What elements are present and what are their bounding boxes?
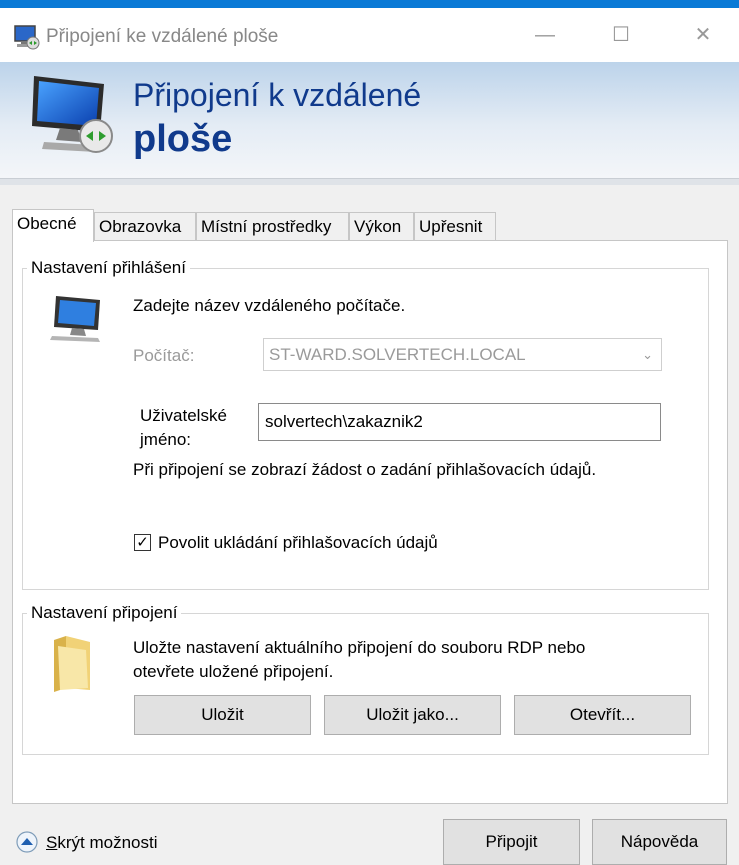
tab-experience[interactable]: Výkon xyxy=(349,212,414,240)
open-button[interactable]: Otevřít... xyxy=(514,695,691,735)
login-settings-legend: Nastavení přihlášení xyxy=(27,258,190,278)
banner-title-line1: Připojení k vzdálené xyxy=(133,77,422,113)
credentials-note: Při připojení se zobrazí žádost o zadání… xyxy=(133,460,597,479)
window-title: Připojení ke vzdálené ploše xyxy=(46,26,279,47)
checkmark-icon: ✓ xyxy=(136,534,149,551)
computer-dropdown[interactable]: ST-WARD.SOLVERTECH.LOCAL ⌄ xyxy=(263,338,662,371)
save-credentials-checkbox[interactable]: ✓ xyxy=(134,534,151,551)
chevron-down-icon: ⌄ xyxy=(642,347,653,362)
save-credentials-label[interactable]: Povolit ukládání přihlašovacích údajů xyxy=(158,533,438,553)
username-label-line2: jméno: xyxy=(140,430,192,449)
tab-advanced[interactable]: Upřesnit xyxy=(414,212,496,240)
close-button[interactable]: ✕ xyxy=(680,16,726,54)
save-button[interactable]: Uložit xyxy=(134,695,311,735)
connect-button[interactable]: Připojit xyxy=(443,819,580,865)
banner-divider xyxy=(0,178,739,185)
username-input[interactable] xyxy=(258,403,661,441)
remote-desktop-computer-icon xyxy=(32,76,113,153)
tab-display[interactable]: Obrazovka xyxy=(94,212,196,240)
computer-icon xyxy=(50,296,100,342)
computer-instruction: Zadejte název vzdáleného počítače. xyxy=(133,296,406,315)
help-button[interactable]: Nápověda xyxy=(592,819,727,865)
maximize-button[interactable]: ☐ xyxy=(598,16,644,54)
tab-local-resources[interactable]: Místní prostředky xyxy=(196,212,349,240)
connection-description-line1: Uložte nastavení aktuálního připojení do… xyxy=(133,638,586,657)
window-top-border xyxy=(0,0,739,8)
connection-settings-legend: Nastavení připojení xyxy=(27,603,182,623)
username-label-line1: Uživatelské xyxy=(140,406,227,425)
hide-options-link[interactable]: Skrýt možnosti xyxy=(46,833,157,853)
banner-title-line2: ploše xyxy=(133,118,233,160)
connection-description-line2: otevřete uložené připojení. xyxy=(133,662,334,681)
tab-general[interactable]: Obecné xyxy=(12,209,94,242)
computer-label: Počítač: xyxy=(133,346,195,365)
hide-options-text: krýt možnosti xyxy=(57,833,158,852)
minimize-button[interactable]: — xyxy=(522,16,568,54)
remote-desktop-app-icon xyxy=(14,25,40,50)
computer-value: ST-WARD.SOLVERTECH.LOCAL xyxy=(269,345,526,364)
folder-icon xyxy=(54,636,90,692)
hide-options-accesskey: S xyxy=(46,833,58,852)
save-as-button[interactable]: Uložit jako... xyxy=(324,695,501,735)
collapse-options-icon[interactable] xyxy=(15,830,39,854)
